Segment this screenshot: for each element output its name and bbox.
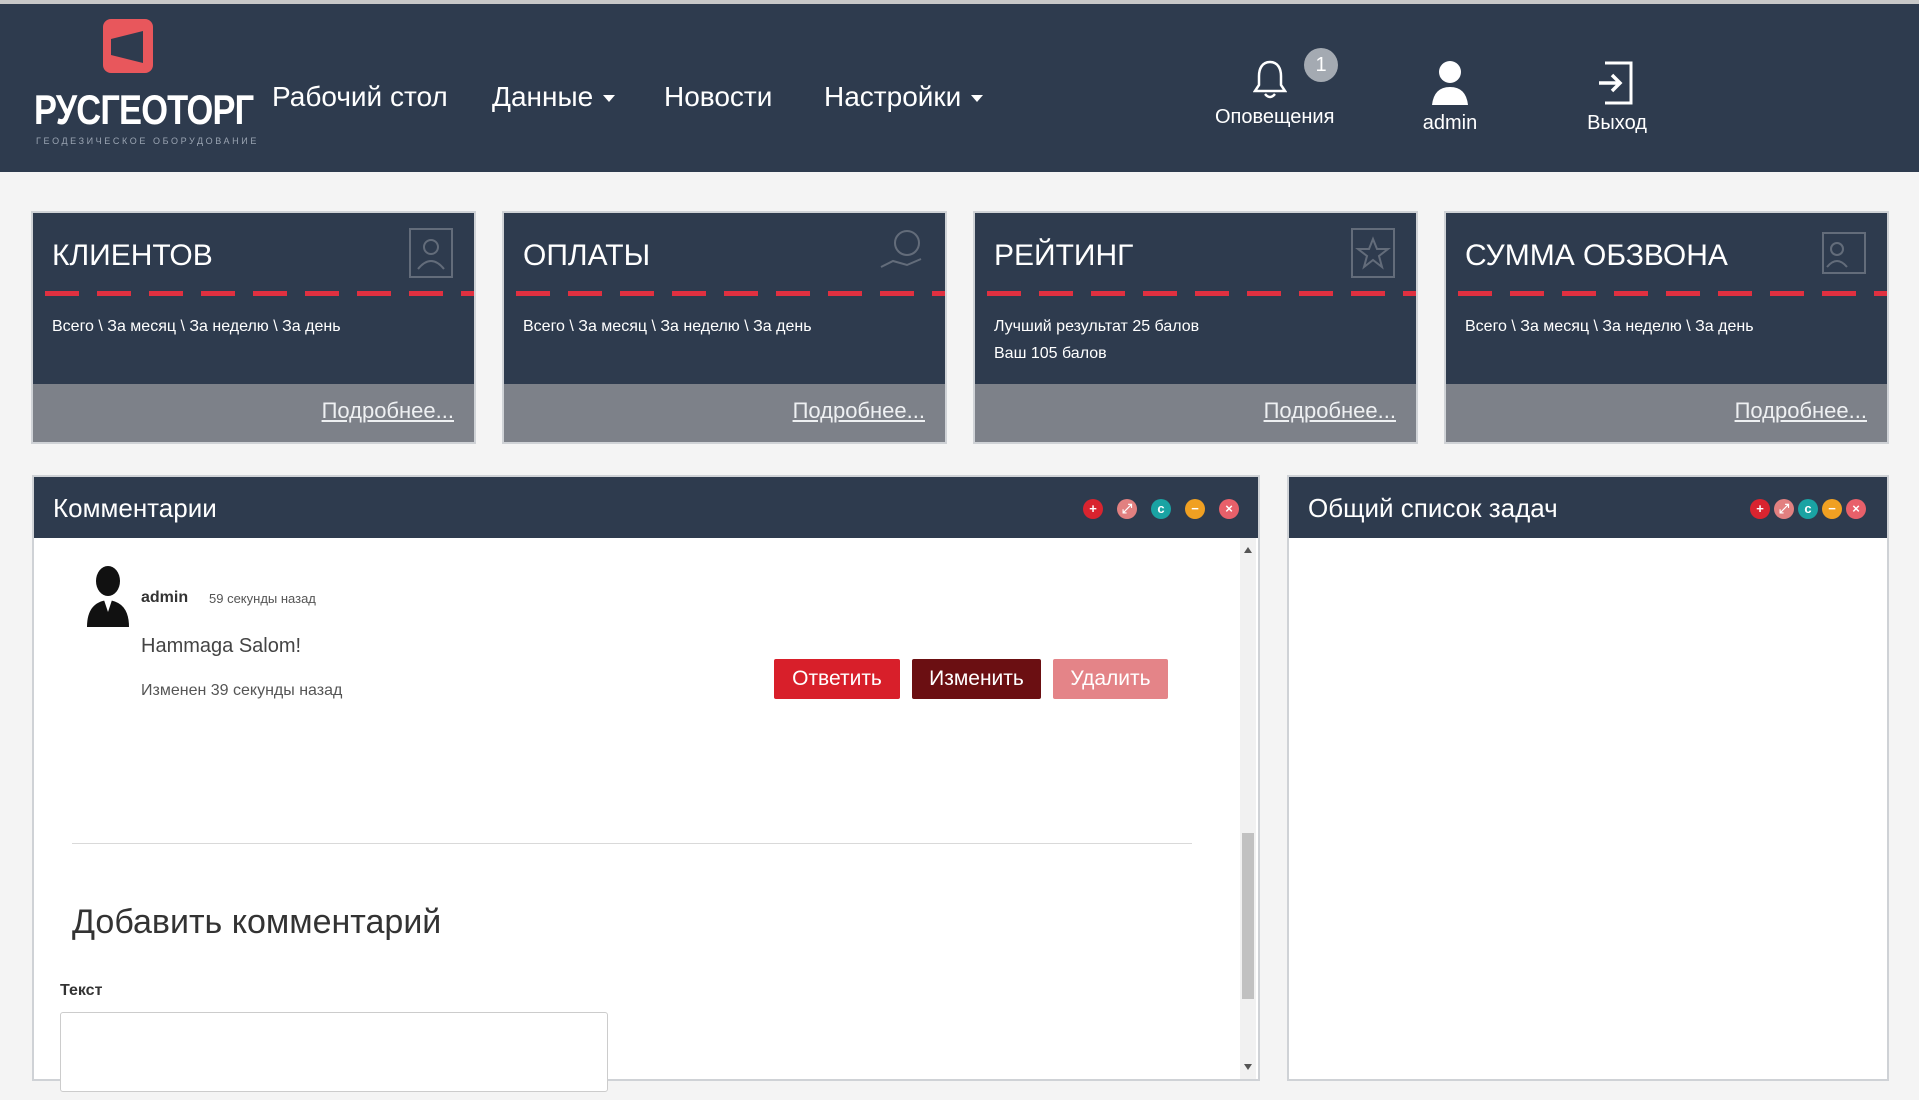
card-divider (1458, 291, 1887, 296)
caret-down-icon (971, 95, 984, 103)
card-subtitle: Всего \ За месяц \ За неделю \ За день (1465, 318, 1754, 335)
comment-textarea[interactable] (60, 1012, 608, 1092)
caret-down-icon (603, 95, 616, 103)
user-icon (1432, 61, 1468, 105)
money-icon (880, 230, 922, 268)
contact-card-icon (1822, 232, 1866, 274)
card-footer: Подробнее... (504, 384, 945, 442)
details-link[interactable]: Подробнее... (1735, 398, 1867, 424)
add-control-icon[interactable]: + (1750, 499, 1770, 519)
card-subtitle: Лучший результат 25 балов Ваш 105 балов (994, 313, 1199, 367)
delete-button[interactable]: Удалить (1053, 659, 1168, 699)
stat-card-call-sum: СУММА ОБЗВОНА Всего \ За месяц \ За неде… (1446, 213, 1887, 442)
panel-title: Общий список задач (1308, 493, 1558, 523)
close-control-icon[interactable]: × (1846, 499, 1866, 519)
panel-header: Общий список задач + ⤢ c − × (1289, 477, 1887, 538)
card-title: СУММА ОБЗВОНА (1465, 239, 1728, 272)
client-card-icon (409, 228, 453, 278)
refresh-control-icon[interactable]: c (1151, 499, 1171, 519)
text-field-label: Текст (60, 982, 103, 999)
card-title: ОПЛАТЫ (523, 239, 651, 272)
user-menu-button[interactable]: admin (1405, 59, 1495, 135)
stat-card-clients: КЛИЕНТОВ Всего \ За месяц \ За неделю \ … (33, 213, 474, 442)
edit-button[interactable]: Изменить (912, 659, 1041, 699)
card-subtitle: Всего \ За месяц \ За неделю \ За день (52, 318, 341, 335)
card-footer: Подробнее... (1446, 384, 1887, 442)
comment-divider (72, 843, 1192, 844)
comments-panel: Комментарии + ⤢ c − × admin 59 секунды н… (34, 477, 1258, 1092)
stat-card-payments: ОПЛАТЫ Всего \ За месяц \ За неделю \ За… (504, 213, 945, 442)
nav-settings-dropdown[interactable]: Настройки (824, 80, 984, 114)
nav-data-label: Данные (492, 81, 594, 112)
card-divider (516, 291, 945, 296)
card-subtitle: Всего \ За месяц \ За неделю \ За день (523, 318, 812, 335)
notifications-label: Оповещения (1215, 106, 1335, 128)
avatar-icon (87, 566, 129, 627)
scroll-down-icon[interactable] (1244, 1064, 1252, 1070)
card-divider (45, 291, 474, 296)
expand-control-icon[interactable]: ⤢ (1774, 499, 1794, 519)
reply-button[interactable]: Ответить (774, 659, 900, 699)
card-title: РЕЙТИНГ (994, 239, 1134, 272)
details-link[interactable]: Подробнее... (793, 398, 925, 424)
bell-icon (1252, 60, 1288, 99)
card-footer: Подробнее... (975, 384, 1416, 442)
logout-icon (1599, 61, 1633, 105)
card-line-yours: Ваш 105 балов (994, 345, 1107, 362)
comment-author[interactable]: admin (141, 589, 188, 607)
nav-data-dropdown[interactable]: Данные (492, 80, 616, 114)
panel-header: Комментарии + ⤢ c − × (34, 477, 1258, 538)
logo-text: РУСГЕОТОРГ (34, 86, 254, 133)
top-navbar: РУСГЕОТОРГ ГЕОДЕЗИЧЕСКОЕ ОБОРУДОВАНИЕ Ра… (0, 4, 1919, 172)
nav-settings-label: Настройки (824, 81, 962, 112)
card-footer: Подробнее... (33, 384, 474, 442)
tasks-panel: Общий список задач + ⤢ c − × (1289, 477, 1887, 1079)
stat-card-rating: РЕЙТИНГ Лучший результат 25 балов Ваш 10… (975, 213, 1416, 442)
logout-label: Выход (1587, 112, 1647, 134)
star-icon (1351, 228, 1395, 278)
scroll-thumb[interactable] (1242, 833, 1254, 999)
logo-subtitle: ГЕОДЕЗИЧЕСКОЕ ОБОРУДОВАНИЕ (36, 136, 259, 146)
card-line-best: Лучший результат 25 балов (994, 318, 1200, 335)
expand-control-icon[interactable]: ⤢ (1117, 499, 1137, 519)
nav-desktop[interactable]: Рабочий стол (272, 80, 448, 114)
logo-mark-icon (103, 19, 153, 73)
refresh-control-icon[interactable]: c (1798, 499, 1818, 519)
minimize-control-icon[interactable]: − (1822, 499, 1842, 519)
card-divider (987, 291, 1416, 296)
user-label: admin (1422, 112, 1478, 134)
details-link[interactable]: Подробнее... (1264, 398, 1396, 424)
comments-scrollbar[interactable] (1240, 538, 1256, 1079)
nav-news[interactable]: Новости (664, 80, 772, 114)
close-control-icon[interactable]: × (1219, 499, 1239, 519)
add-comment-heading: Добавить комментарий (72, 903, 442, 941)
card-title: КЛИЕНТОВ (52, 239, 213, 272)
comment-text: Hammaga Salom! (141, 635, 302, 657)
minimize-control-icon[interactable]: − (1185, 499, 1205, 519)
add-control-icon[interactable]: + (1083, 499, 1103, 519)
logout-button[interactable]: Выход (1572, 59, 1662, 135)
notifications-count-badge: 1 (1304, 48, 1338, 82)
panel-title: Комментарии (53, 493, 217, 523)
comment-time: 59 секунды назад (209, 591, 316, 606)
logo[interactable]: РУСГЕОТОРГ ГЕОДЕЗИЧЕСКОЕ ОБОРУДОВАНИЕ (34, 14, 256, 149)
comment-edited-note: Изменен 39 секунды назад (141, 682, 343, 699)
scroll-up-icon[interactable] (1244, 547, 1252, 553)
details-link[interactable]: Подробнее... (322, 398, 454, 424)
